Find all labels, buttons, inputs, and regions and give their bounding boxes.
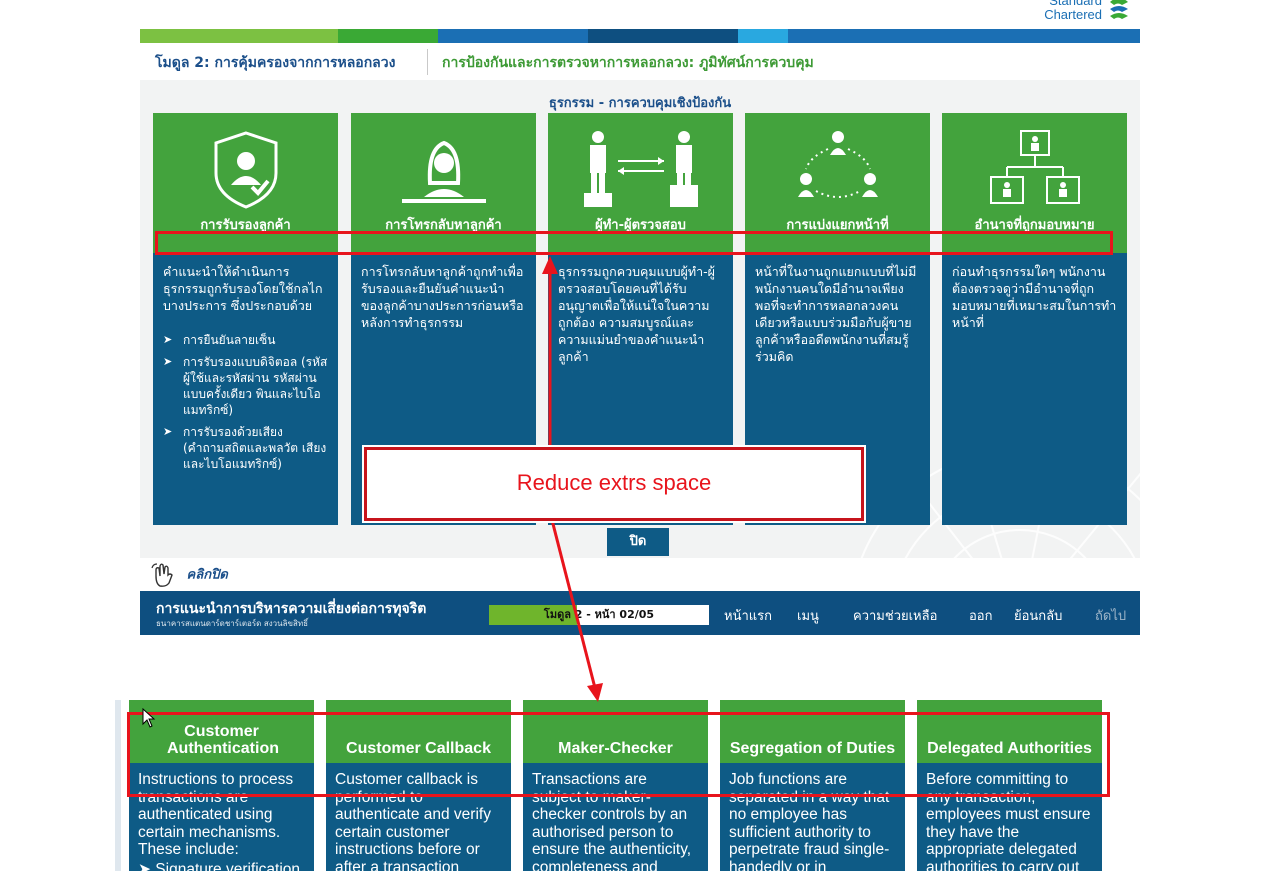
annotation-arrows bbox=[542, 256, 603, 702]
mouse-cursor-icon bbox=[142, 708, 156, 728]
annotation-text: Reduce extrs space bbox=[516, 470, 712, 495]
annotation-callout: Reduce extrs space bbox=[364, 447, 864, 521]
